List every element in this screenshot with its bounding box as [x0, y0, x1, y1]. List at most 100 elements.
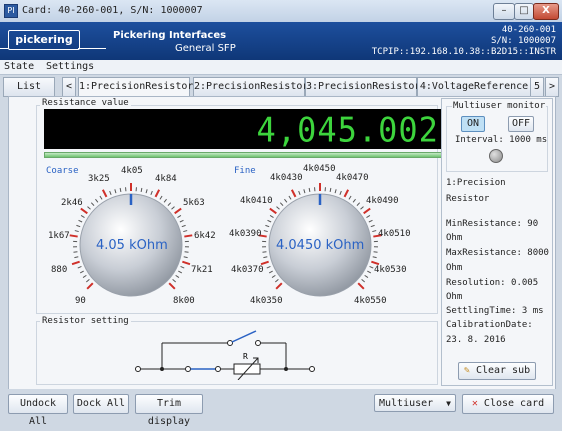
resistor-circuit-diagram: R: [130, 325, 320, 380]
fine-tick: [272, 275, 275, 277]
coarse-tick: [100, 196, 102, 199]
fine-tick: [369, 220, 373, 222]
close-icon: ✕: [472, 398, 478, 409]
coarse-tick-label: 4k05: [121, 166, 143, 176]
coarse-tick: [182, 262, 190, 264]
info-name-line-1: 1:Precision: [446, 178, 506, 188]
coarse-tick-label: 7k21: [191, 265, 213, 275]
fine-tick-label: 4k0370: [231, 265, 264, 275]
mode-select[interactable]: Multiuser ▼: [374, 394, 456, 412]
info-line: MaxResistance: 8000: [446, 248, 549, 258]
bypass-switch[interactable]: [232, 331, 256, 342]
status-indicator-led: [489, 149, 503, 163]
close-card-button[interactable]: ✕ Close card: [462, 394, 554, 414]
multiuser-off-button[interactable]: OFF: [508, 116, 534, 132]
coarse-tick: [141, 188, 142, 192]
chevron-down-icon: ▼: [446, 395, 451, 413]
coarse-tick: [81, 209, 87, 214]
info-line: SettlingTime: 3 ms: [446, 306, 544, 316]
fine-tick: [357, 203, 360, 206]
fine-tick: [373, 257, 377, 258]
coarse-tick: [87, 283, 93, 289]
coarse-tick: [181, 266, 185, 268]
coarse-tick: [81, 215, 84, 217]
fine-tick: [374, 252, 378, 253]
fine-tick: [270, 215, 273, 217]
fine-tick-label: 4k0430: [270, 173, 303, 183]
fine-tick: [261, 262, 269, 264]
coarse-knob-value: 4.05 kOhm: [96, 238, 168, 253]
fine-tick: [276, 207, 279, 210]
coarse-tick: [169, 283, 175, 289]
coarse-tick: [175, 209, 181, 214]
coarse-tick: [168, 203, 171, 206]
fine-tick: [269, 271, 273, 273]
switch-contact-left: [228, 341, 233, 346]
fine-tick: [366, 215, 369, 217]
fine-tick: [289, 196, 291, 199]
coarse-tick: [110, 191, 111, 195]
dock-all-button[interactable]: Dock All: [73, 394, 129, 414]
clear-sub-button[interactable]: ✎ Clear sub: [458, 362, 536, 380]
coarse-tick-label: 3k25: [88, 174, 110, 184]
fine-tick-label: 4k0470: [336, 173, 369, 183]
multiuser-interval: Interval: 1000 ms: [455, 135, 547, 145]
coarse-tick: [73, 252, 77, 253]
info-line: Ohm: [446, 263, 462, 273]
coarse-tick: [172, 207, 175, 210]
fine-tick: [304, 189, 305, 193]
coarse-tick: [95, 199, 97, 202]
coarse-tick: [74, 257, 78, 258]
fine-tick: [364, 209, 370, 214]
info-line: 23. 8. 2016: [446, 335, 506, 345]
fine-tick: [270, 209, 276, 214]
coarse-tick-label: 5k63: [183, 198, 205, 208]
trim-display-button[interactable]: Trim display: [135, 394, 203, 414]
info-line: MinResistance: 90: [446, 219, 538, 229]
coarse-tick: [70, 235, 78, 236]
fine-tick: [309, 188, 310, 192]
fine-tick: [361, 207, 364, 210]
fine-tick: [275, 279, 278, 282]
coarse-tick: [183, 231, 187, 232]
info-line: CalibrationDate:: [446, 320, 533, 330]
coarse-tick: [83, 275, 86, 277]
fine-tick: [268, 220, 272, 222]
coarse-tick: [180, 220, 184, 222]
fine-tick: [367, 271, 371, 273]
clear-sub-label: Clear sub: [476, 365, 530, 376]
info-line: Resolution: 0.005: [446, 278, 538, 288]
fine-tick: [263, 257, 267, 258]
fine-tick: [340, 191, 341, 195]
coarse-tick: [86, 279, 89, 282]
coarse-tick: [176, 275, 179, 277]
coarse-tick: [79, 220, 83, 222]
switch-contact-right: [256, 341, 261, 346]
fine-tick: [284, 199, 286, 202]
fine-tick: [262, 252, 266, 253]
resistor-setting-label: Resistor setting: [40, 316, 131, 326]
coarse-tick: [156, 190, 160, 197]
coarse-tick: [160, 196, 162, 199]
coarse-tick-label: 2k46: [61, 198, 83, 208]
fine-tick-label: 4k0550: [354, 296, 387, 306]
resistor-label: R: [243, 352, 248, 361]
fine-tick: [265, 225, 269, 226]
coarse-tick: [177, 215, 180, 217]
coarse-tick: [182, 225, 186, 226]
info-line: Ohm: [446, 292, 462, 302]
fine-tick-label: 4k0450: [303, 164, 336, 174]
undock-all-button[interactable]: Undock All: [8, 394, 68, 414]
resistor-symbol: [234, 364, 260, 374]
multiuser-monitor-title: Multiuser monitor: [452, 101, 546, 111]
coarse-tick-label: 8k00: [173, 296, 195, 306]
fine-tick: [299, 191, 300, 195]
coarse-tick: [78, 266, 82, 268]
coarse-tick: [164, 199, 166, 202]
fine-knob-value: 4.0450 kOhm: [276, 238, 364, 253]
multiuser-on-button[interactable]: ON: [461, 116, 485, 132]
coarse-tick-label: 90: [75, 296, 86, 306]
coarse-tick: [103, 190, 107, 197]
coarse-tick: [146, 189, 147, 193]
fine-tick-label: 4k0350: [250, 296, 283, 306]
